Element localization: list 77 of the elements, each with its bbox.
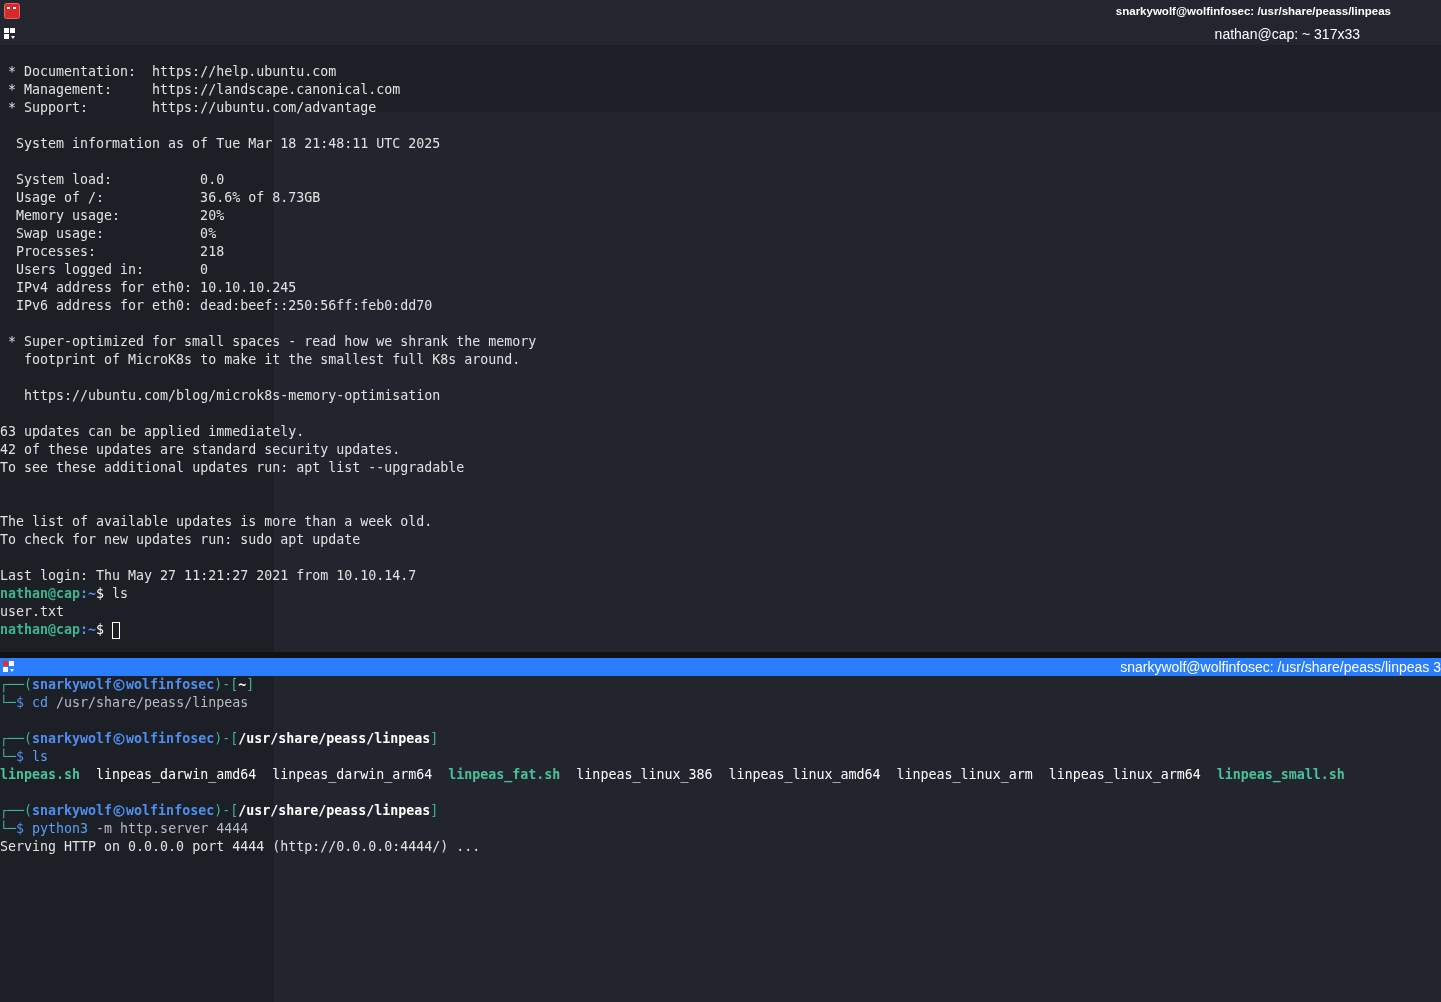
output-text: Swap usage: 0% [16,225,217,243]
prompt-frame: )-[ [214,802,239,820]
prompt-frame: ] [430,730,439,748]
prompt-symbol: $ [16,695,25,712]
output-text: IPv4 address for eth0: 10.10.10.245 [16,279,297,297]
file-name: linpeas_linux_arm64 [1048,766,1201,784]
output-text: Last login: Thu May 27 11:21:27 2021 from 10.10.14.7 [0,567,417,585]
text-cursor [112,621,121,639]
output-text: * Management: https://landscape.canonical.com [8,81,401,99]
command-args: /usr/share/peass/linpeas [56,694,249,712]
prompt-user: wolfinfosec [126,730,215,748]
prompt-path: /usr/share/peass/linpeas [238,730,431,748]
circled-symbol-icon [113,805,126,817]
command-text: ls [112,585,129,603]
output-text: IPv6 address for eth0: dead:beef::250:56ff:feb0:dd70 [16,297,433,315]
file-name: linpeas_linux_amd64 [728,766,881,784]
output-text: System information as of Tue Mar 18 21:48:11 UTC 2025 [16,135,441,153]
prompt-frame: └─ [0,694,16,712]
prompt-symbol: $ [96,621,105,639]
command-args: -m http.server 4444 [96,820,249,838]
prompt-frame: ] [246,676,255,694]
prompt-frame: )-[ [214,730,239,748]
command-text: python3 [32,820,89,838]
file-name: linpeas_linux_arm [896,766,1033,784]
file-name: linpeas_darwin_amd64 [96,766,257,784]
command-text: cd [32,694,49,712]
output-text: Users logged in: 0 [16,261,209,279]
output-text: Processes: 218 [16,243,225,261]
file-name: linpeas_linux_386 [576,766,713,784]
pane-title: snarkywolf@wolfinfosec: /usr/share/peass/linpeas 3 [1120,659,1441,675]
output-text: 63 updates can be applied immediately. [0,423,305,441]
output-text: Usage of /: 36.6% of 8.73GB [16,189,321,207]
file-name: linpeas_darwin_arm64 [272,766,433,784]
prompt-frame: └─ [0,748,16,766]
prompt-frame: ] [430,802,439,820]
file-name: linpeas_small.sh [1216,766,1345,784]
window-title: snarkywolf@wolfinfosec: /usr/share/peass/linpeas [1115,5,1391,17]
output-text: 42 of these updates are standard security updates. [0,441,401,459]
file-name: linpeas_fat.sh [448,766,561,784]
prompt-user: wolfinfosec [126,802,215,820]
output-text: System load: 0.0 [16,171,225,189]
prompt-frame: ┌──( [0,802,33,820]
split-icon[interactable] [4,27,16,40]
output-text: Memory usage: 20% [16,207,225,225]
prompt-user: snarkywolf [32,730,113,748]
output-text: To check for new updates run: sudo apt update [0,531,361,549]
output-text: user.txt [0,603,65,621]
prompt-frame: )-[ [214,676,239,694]
command-text: ls [32,748,49,766]
prompt-frame: └─ [0,820,16,838]
output-text: footprint of MicroK8s to make it the smallest full K8s around. [24,351,521,369]
output-text: To see these additional updates run: apt list --upgradable [0,459,465,477]
app-icon[interactable] [4,3,20,19]
prompt-path: :~ [80,585,97,603]
prompt-user: nathan@cap [0,585,81,603]
output-text: https://ubuntu.com/blog/microk8s-memory-optimisation [24,387,441,405]
output-text: Serving HTTP on 0.0.0.0 port 4444 (http://0.0.0.0:4444/) ... [0,838,481,856]
output-text: * Support: https://ubuntu.com/advantage [8,99,377,117]
prompt-symbol: $ [16,749,25,766]
output-text: * Documentation: https://help.ubuntu.com [8,63,337,81]
circled-symbol-icon [113,733,126,745]
prompt-frame: ┌──( [0,730,33,748]
circled-symbol-icon [113,679,126,691]
output-text: The list of available updates is more than a week old. [0,513,433,531]
prompt-path: /usr/share/peass/linpeas [238,802,431,820]
prompt-path: :~ [80,621,97,639]
prompt-user: wolfinfosec [126,676,215,694]
prompt-user: nathan@cap [0,621,81,639]
prompt-user: snarkywolf [32,676,113,694]
prompt-frame: ┌──( [0,676,33,694]
output-text: * Super-optimized for small spaces - read how we shrank the memory [8,333,537,351]
prompt-symbol: $ [16,821,25,838]
file-name: linpeas.sh [0,766,81,784]
prompt-path: ~ [238,676,247,694]
pane-title: nathan@cap: ~ 317x33 [1214,25,1360,42]
prompt-symbol: $ [96,585,105,603]
prompt-user: snarkywolf [32,802,113,820]
